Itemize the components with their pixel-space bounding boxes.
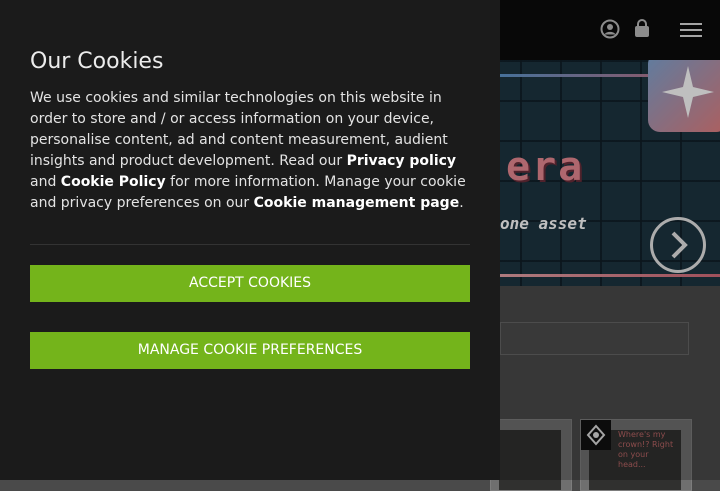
cookie-policy-link[interactable]: Cookie Policy [61, 174, 166, 190]
divider [30, 244, 470, 245]
asset-card[interactable] [490, 419, 572, 491]
shopping-bag-icon[interactable] [631, 18, 653, 40]
star-logo-icon [662, 66, 714, 118]
manage-cookie-preferences-button[interactable]: MANAGE COOKIE PREFERENCES [30, 332, 470, 369]
card-caption: Where's my crown!? Right on your head... [618, 430, 674, 469]
privacy-policy-link[interactable]: Privacy policy [347, 153, 457, 169]
cookie-text-part: . [459, 195, 464, 211]
search-input[interactable] [500, 322, 689, 355]
chevron-right-icon [671, 231, 688, 259]
user-circle-icon[interactable] [599, 18, 621, 40]
logo-tile [648, 60, 720, 132]
hero-title: era [506, 144, 585, 190]
cookie-consent-panel: Our Cookies We use cookies and similar t… [0, 0, 500, 480]
cookie-title: Our Cookies [30, 49, 164, 74]
hamburger-menu-icon[interactable] [679, 18, 703, 40]
cookie-description: We use cookies and similar technologies … [30, 88, 470, 214]
hero-subtitle: one asset [500, 214, 587, 233]
engine-badge [581, 420, 611, 450]
accept-cookies-button[interactable]: ACCEPT COOKIES [30, 265, 470, 302]
godot-logo-icon [586, 424, 606, 446]
hero-next-arrow[interactable] [650, 217, 706, 273]
cookie-text-part: and [30, 174, 61, 190]
cookie-management-link[interactable]: Cookie management page [254, 195, 460, 211]
card-art [499, 430, 561, 490]
